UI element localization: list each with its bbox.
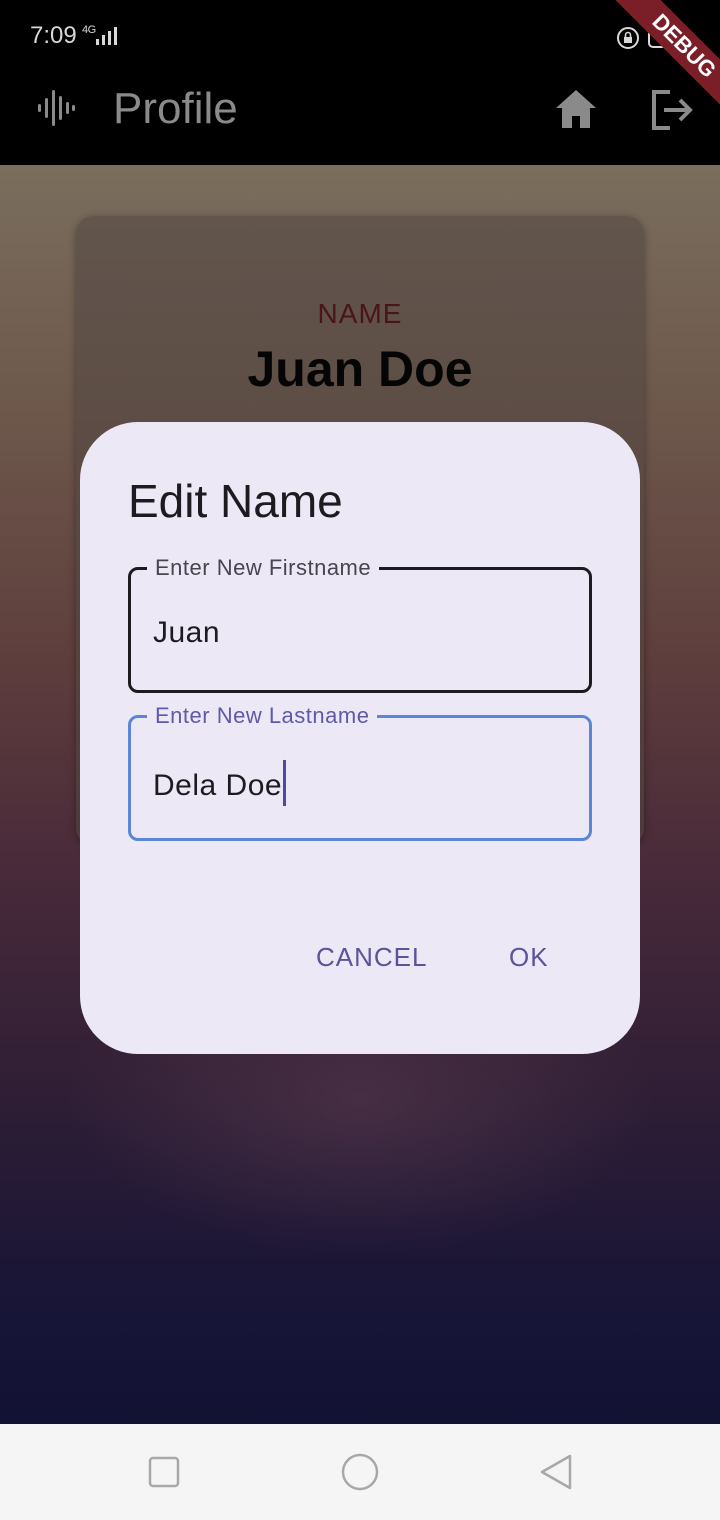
rotation-lock-icon (616, 26, 640, 55)
screen: 7:09 4G DEBUG Profile NAME Juan Doe Edit… (0, 0, 720, 1520)
circle-icon (341, 1453, 379, 1491)
lastname-label: Enter New Lastname (147, 703, 378, 729)
firstname-input[interactable]: Juan (153, 616, 220, 650)
logout-button[interactable] (646, 84, 698, 136)
name-value: Juan Doe (247, 341, 473, 397)
page-title: Profile (113, 84, 238, 133)
back-button[interactable] (538, 1453, 574, 1496)
app-bar (0, 76, 720, 165)
cancel-button[interactable]: CANCEL (316, 942, 427, 973)
name-label: NAME (317, 298, 403, 329)
edit-name-dialog: Edit Name Enter New Firstname Juan Enter… (80, 422, 640, 1054)
home-button[interactable] (550, 84, 602, 136)
logout-icon (652, 90, 693, 130)
home-nav-button[interactable] (340, 1452, 380, 1497)
dialog-title: Edit Name (128, 475, 343, 527)
lastname-field[interactable]: Enter New Lastname Dela Doe (128, 703, 592, 841)
recents-button[interactable] (148, 1456, 180, 1493)
network-type: 4G (82, 24, 96, 36)
soundwave-icon (36, 88, 76, 133)
lastname-input[interactable]: Dela Doe (153, 769, 282, 802)
ok-button[interactable]: OK (509, 942, 549, 973)
back-triangle-icon (540, 1454, 572, 1490)
firstname-label: Enter New Firstname (147, 555, 380, 581)
firstname-field[interactable]: Enter New Firstname Juan (128, 555, 592, 693)
status-bar: 7:09 4G (0, 0, 720, 76)
text-caret (283, 760, 287, 806)
recents-icon (148, 1456, 180, 1488)
status-time: 7:09 (30, 22, 77, 49)
home-icon (556, 90, 596, 128)
lastname-input-wrap[interactable]: Dela Doe (153, 760, 287, 810)
signal-icon (96, 26, 118, 51)
